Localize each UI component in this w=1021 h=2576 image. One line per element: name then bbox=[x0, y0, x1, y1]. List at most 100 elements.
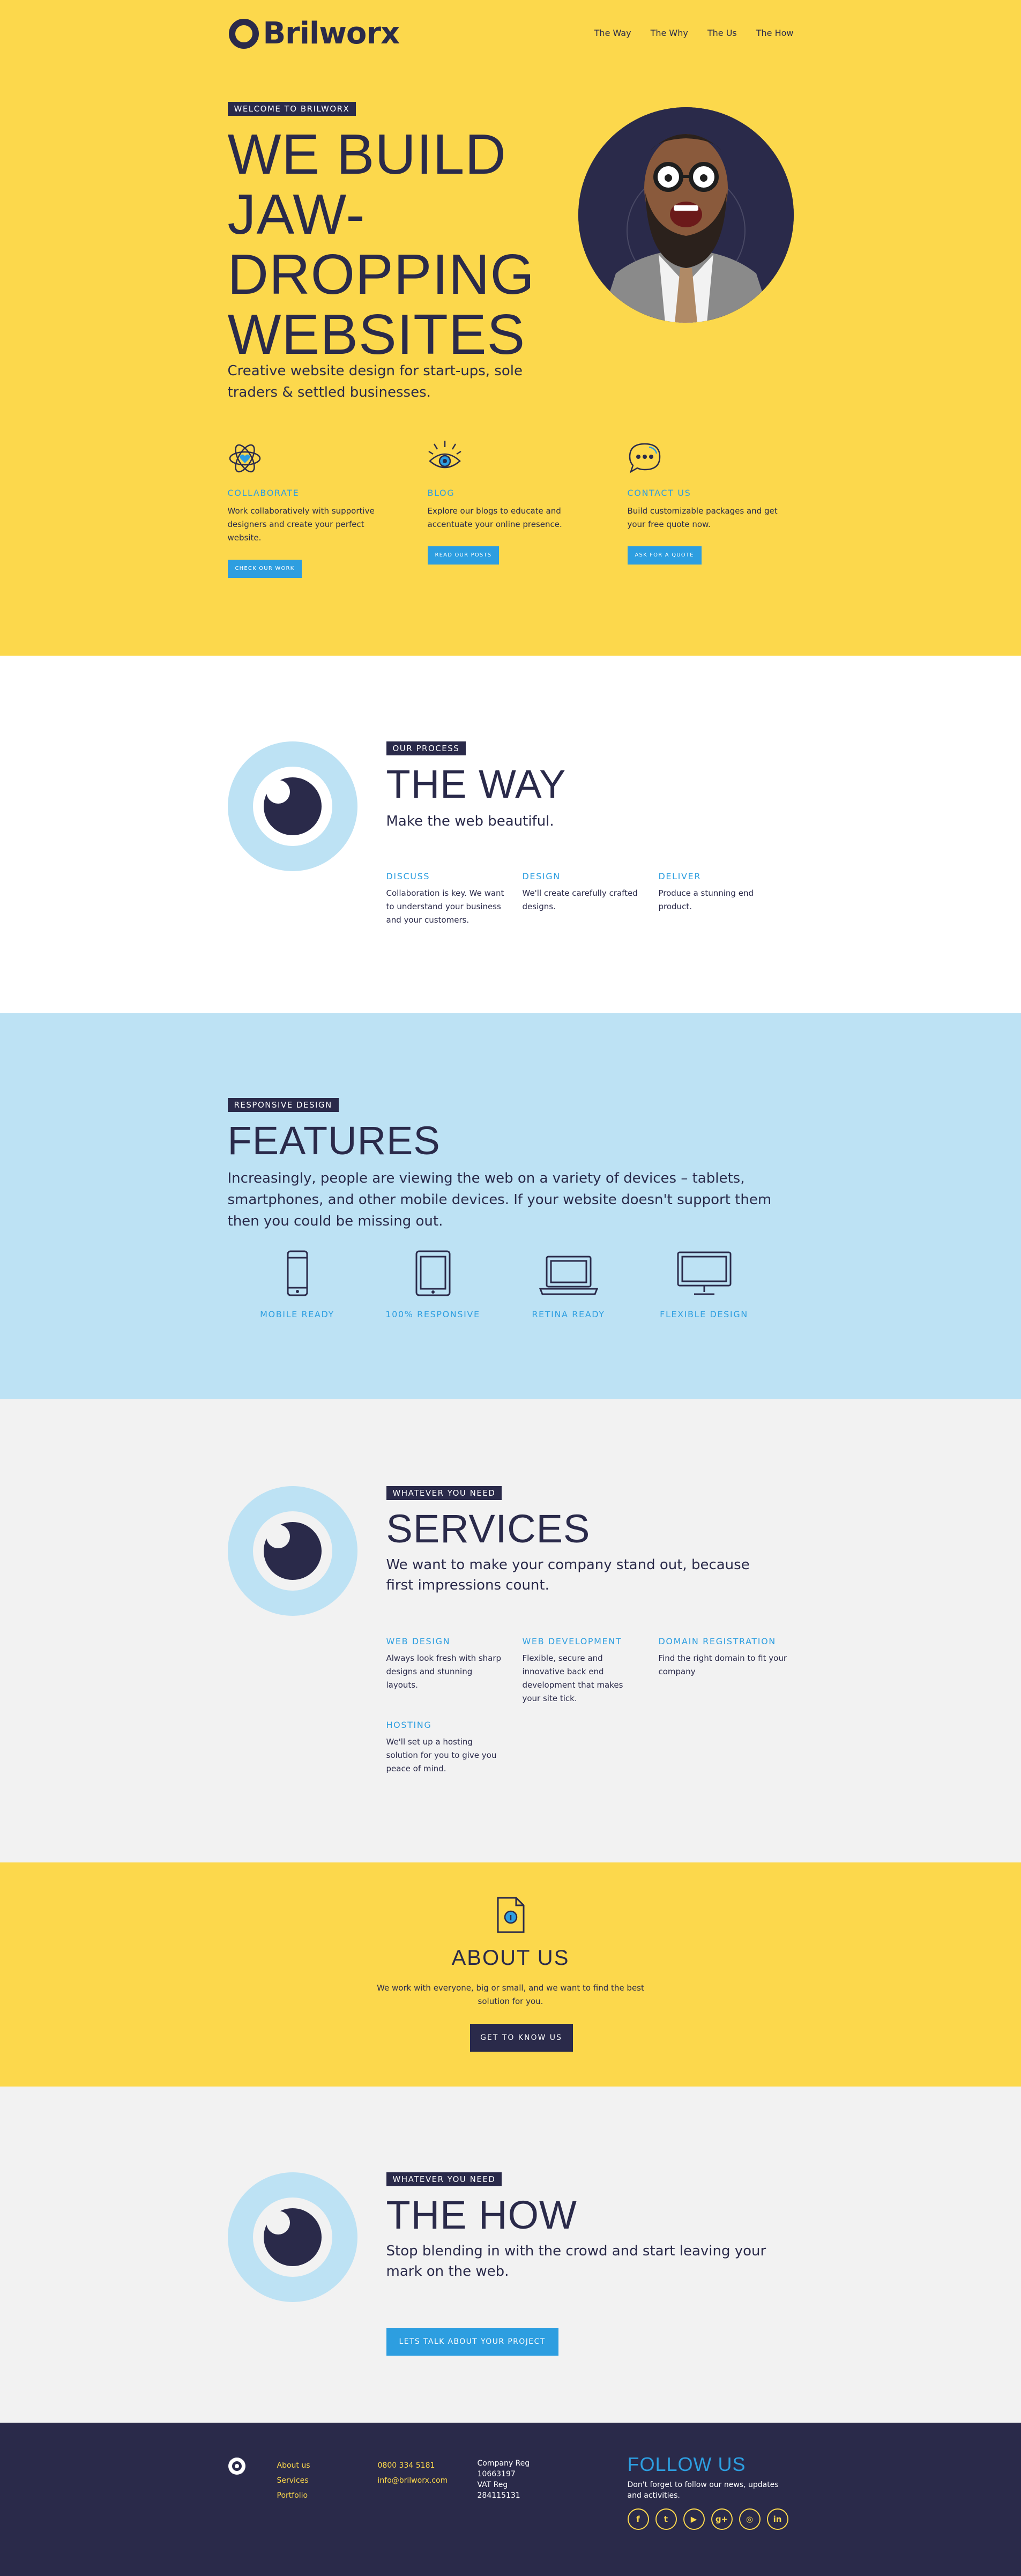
ask-for-quote-button[interactable]: ASK FOR A QUOTE bbox=[627, 546, 702, 565]
linkedin-icon[interactable]: in bbox=[766, 2508, 788, 2530]
nav-link-the-how[interactable]: The How bbox=[756, 28, 794, 38]
nav-link-the-way[interactable]: The Way bbox=[594, 28, 631, 38]
read-our-posts-button[interactable]: READ OUR POSTS bbox=[427, 546, 500, 565]
service-label: WEB DESIGN bbox=[386, 1636, 451, 1646]
service-text: Always look fresh with sharp designs and… bbox=[386, 1653, 502, 1690]
footer-phone[interactable]: 0800 334 5181 bbox=[378, 2458, 448, 2473]
portrait-illustration bbox=[578, 107, 794, 323]
footer-links: About us Services Portfolio bbox=[277, 2458, 310, 2503]
about-title: ABOUT US bbox=[451, 1946, 570, 1970]
feature-text: Build customizable packages and get your… bbox=[627, 506, 778, 529]
tablet-icon bbox=[415, 1250, 450, 1296]
lets-talk-button[interactable]: LETS TALK ABOUT YOUR PROJECT bbox=[386, 2328, 558, 2356]
section-tag: WHATEVER YOU NEED bbox=[386, 2172, 502, 2186]
features-section: RESPONSIVE DESIGN FEATURES Increasingly,… bbox=[0, 1013, 1021, 1399]
process-text: Produce a stunning end product. bbox=[658, 888, 754, 911]
process-design: DESIGN We'll create carefully crafted de… bbox=[523, 871, 642, 914]
section-tag: OUR PROCESS bbox=[386, 741, 466, 755]
footer-company-line: Company Reg bbox=[477, 2459, 530, 2468]
hero-tag: WELCOME TO BRILWORX bbox=[227, 102, 356, 116]
document-icon bbox=[497, 1897, 524, 1933]
feature-label: 100% RESPONSIVE bbox=[385, 1309, 480, 1319]
services-section: WHATEVER YOU NEED SERVICES We want to ma… bbox=[0, 1399, 1021, 1862]
section-tag: WHATEVER YOU NEED bbox=[386, 1486, 502, 1500]
footer-follow: FOLLOW US Don't forget to follow our new… bbox=[627, 2453, 794, 2530]
feature-contact: CONTACT US Build customizable packages a… bbox=[627, 440, 794, 565]
atom-heart-icon bbox=[229, 444, 260, 473]
eye-logo-icon bbox=[227, 2172, 357, 2302]
hero-title-line: WEBSITES bbox=[227, 303, 526, 366]
feature-text: Work collaboratively with supportive des… bbox=[227, 506, 375, 543]
follow-title: FOLLOW US bbox=[627, 2453, 746, 2475]
footer-company-line: 10663197 bbox=[477, 2470, 516, 2478]
main-nav: The Way The Why The Us The How bbox=[594, 28, 794, 38]
footer-email[interactable]: info@brilworx.com bbox=[378, 2473, 448, 2488]
feature-responsive: 100% RESPONSIVE bbox=[379, 1249, 487, 1319]
process-text: We'll create carefully crafted designs. bbox=[522, 888, 638, 911]
feature-retina: RETINA READY bbox=[515, 1249, 622, 1319]
service-text: We'll set up a hosting solution for you … bbox=[386, 1737, 497, 1773]
section-title: FEATURES bbox=[227, 1118, 441, 1163]
service-hosting: HOSTING We'll set up a hosting solution … bbox=[386, 1720, 505, 1776]
section-title: THE WAY bbox=[386, 762, 567, 806]
feature-label: RETINA READY bbox=[532, 1309, 605, 1319]
google-plus-icon[interactable]: g+ bbox=[711, 2508, 733, 2530]
feature-blog: BLOG Explore our blogs to educate and ac… bbox=[427, 440, 594, 565]
nav-link-the-us[interactable]: The Us bbox=[707, 28, 737, 38]
footer-contact: 0800 334 5181 info@brilworx.com bbox=[378, 2458, 448, 2488]
process-label: DESIGN bbox=[522, 871, 561, 881]
get-to-know-us-button[interactable]: GET TO KNOW US bbox=[469, 2024, 573, 2052]
youtube-icon[interactable]: ▶ bbox=[683, 2508, 705, 2530]
hero-title: WE BUILD JAW- DROPPING WEBSITES bbox=[228, 124, 549, 365]
feature-label: COLLABORATE bbox=[227, 488, 300, 498]
feature-label: BLOG bbox=[427, 488, 455, 498]
hero-portrait bbox=[578, 107, 794, 323]
smartphone-icon bbox=[287, 1250, 308, 1296]
chat-bubble-icon bbox=[629, 443, 660, 473]
footer-company-line: VAT Reg bbox=[477, 2481, 508, 2489]
section-lead: We want to make your company stand out, … bbox=[386, 1557, 750, 1593]
section-lead: Make the web beautiful. bbox=[386, 813, 554, 829]
process-deliver: DELIVER Produce a stunning end product. bbox=[659, 871, 778, 914]
footer-company: Company Reg 10663197 VAT Reg 284115131 bbox=[478, 2458, 530, 2501]
brand-logo[interactable]: Brilworx bbox=[228, 16, 400, 51]
eye-logo-icon bbox=[227, 741, 357, 871]
hero-section: Brilworx The Way The Why The Us The How … bbox=[0, 0, 1021, 656]
service-domain-registration: DOMAIN REGISTRATION Find the right domai… bbox=[659, 1636, 793, 1679]
process-label: DISCUSS bbox=[386, 871, 430, 881]
service-text: Flexible, secure and innovative back end… bbox=[522, 1653, 623, 1703]
service-label: WEB DEVELOPMENT bbox=[522, 1636, 622, 1646]
footer-link-services[interactable]: Services bbox=[277, 2473, 310, 2488]
feature-collaborate: COLLABORATE Work collaboratively with su… bbox=[227, 440, 394, 578]
check-our-work-button[interactable]: CHECK OUR WORK bbox=[227, 560, 302, 578]
footer-logo-icon[interactable] bbox=[228, 2457, 246, 2475]
social-links: f t ▶ g+ ◎ in bbox=[627, 2508, 794, 2530]
footer-link-portfolio[interactable]: Portfolio bbox=[277, 2488, 310, 2503]
desktop-monitor-icon bbox=[677, 1251, 731, 1295]
hero-title-line: JAW- bbox=[227, 183, 366, 246]
nav-link-the-why[interactable]: The Why bbox=[651, 28, 688, 38]
brand-ring-icon bbox=[228, 18, 259, 49]
feature-flexible: FLEXIBLE DESIGN bbox=[651, 1249, 758, 1319]
twitter-icon[interactable]: t bbox=[655, 2508, 677, 2530]
eye-icon bbox=[428, 441, 461, 469]
section-title: THE HOW bbox=[386, 2193, 577, 2237]
service-web-development: WEB DEVELOPMENT Flexible, secure and inn… bbox=[523, 1636, 642, 1705]
feature-label: FLEXIBLE DESIGN bbox=[660, 1309, 748, 1319]
facebook-icon[interactable]: f bbox=[627, 2508, 649, 2530]
process-label: DELIVER bbox=[658, 871, 701, 881]
section-lead: Increasingly, people are viewing the web… bbox=[227, 1170, 772, 1229]
feature-mobile-ready: MOBILE READY bbox=[244, 1249, 351, 1319]
follow-text: Don't forget to follow our news, updates… bbox=[627, 2481, 779, 2500]
process-text: Collaboration is key. We want to underst… bbox=[386, 888, 504, 925]
instagram-icon[interactable]: ◎ bbox=[739, 2508, 761, 2530]
laptop-icon bbox=[539, 1256, 598, 1295]
service-label: DOMAIN REGISTRATION bbox=[658, 1636, 776, 1646]
about-text: We work with everyone, big or small, and… bbox=[377, 1983, 644, 2006]
footer-company-line: 284115131 bbox=[477, 2491, 520, 2500]
section-title: SERVICES bbox=[386, 1506, 591, 1551]
brand-name: Brilworx bbox=[263, 16, 400, 51]
footer-link-about[interactable]: About us bbox=[277, 2458, 310, 2473]
the-way-section: OUR PROCESS THE WAY Make the web beautif… bbox=[0, 656, 1021, 1013]
about-section: ABOUT US We work with everyone, big or s… bbox=[0, 1862, 1021, 2087]
